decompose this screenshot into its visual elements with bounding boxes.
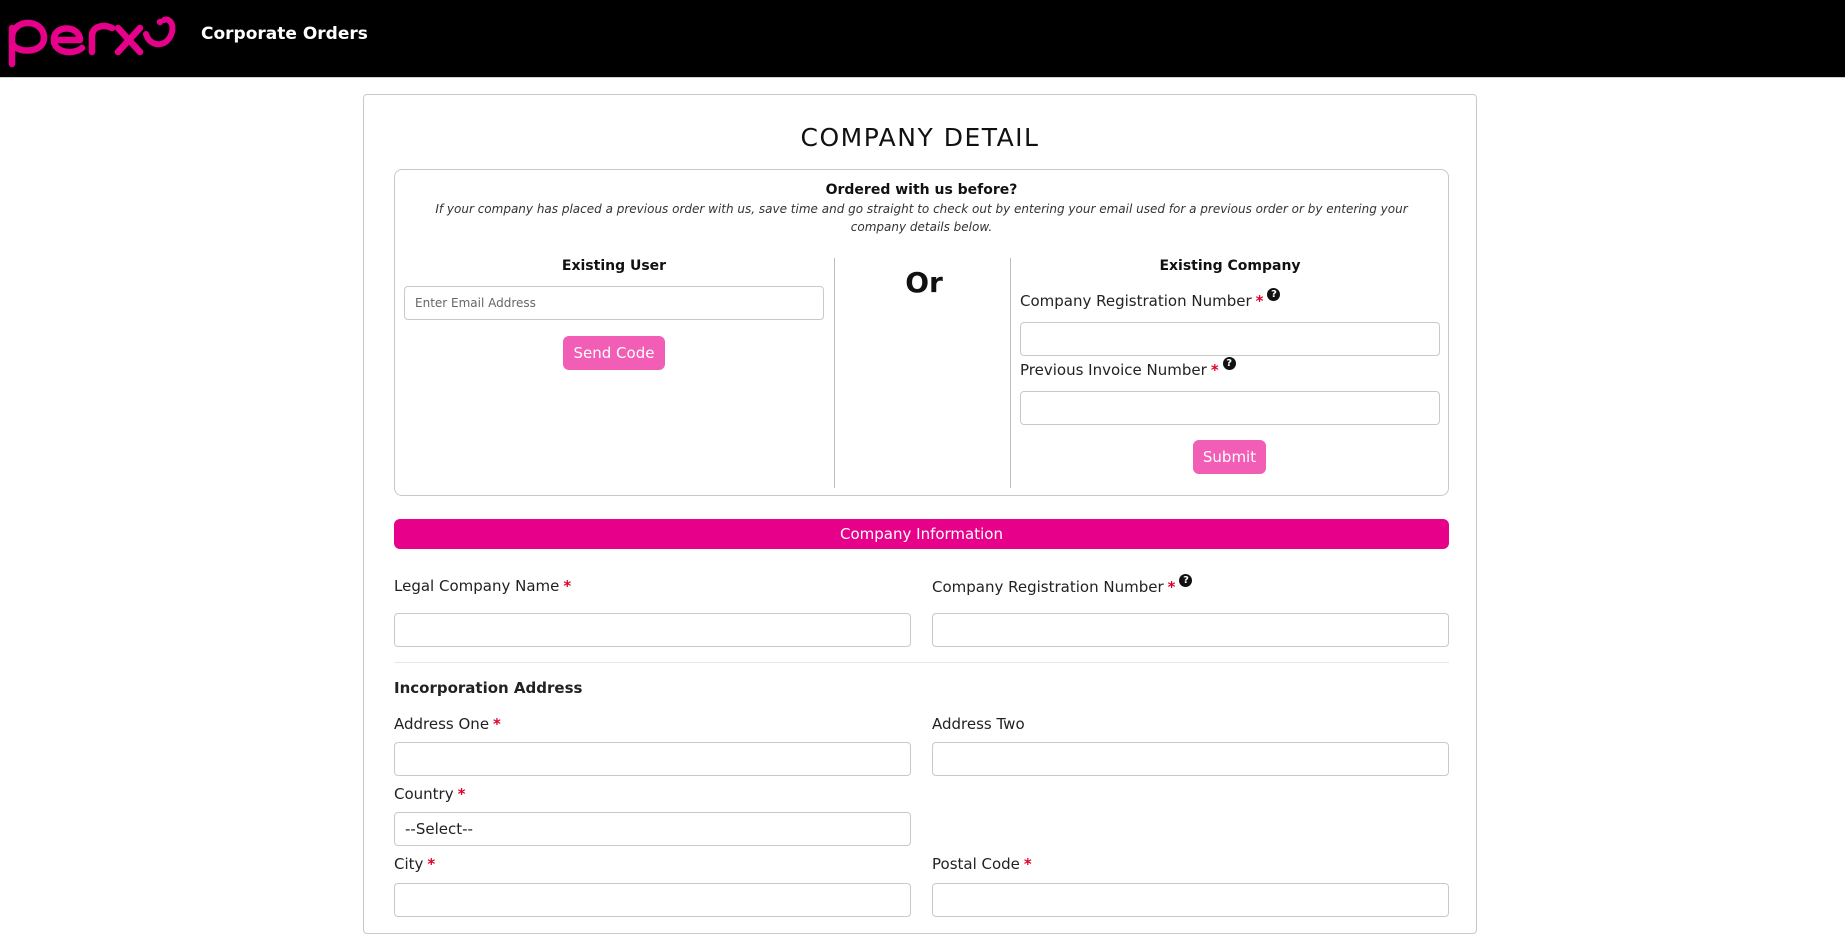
address-two-label-text: Address Two <box>932 715 1025 733</box>
address-one-input[interactable] <box>394 742 911 776</box>
country-label: Country * <box>394 785 465 803</box>
country-select-value: --Select-- <box>405 820 473 838</box>
legal-company-name-input[interactable] <box>394 613 911 647</box>
postal-code-label: Postal Code * <box>932 855 1032 873</box>
required-asterisk: * <box>493 715 501 733</box>
country-select[interactable]: --Select-- <box>394 812 911 846</box>
company-information-header: Company Information <box>394 519 1449 549</box>
column-divider-left <box>834 258 835 488</box>
help-icon[interactable]: ? <box>1267 288 1281 301</box>
address-two-label: Address Two <box>932 715 1025 733</box>
or-label: Or <box>905 266 943 299</box>
address-one-label-text: Address One <box>394 715 490 733</box>
legal-company-name-label: Legal Company Name * <box>394 577 571 595</box>
required-asterisk: * <box>1210 361 1219 379</box>
city-input[interactable] <box>394 883 911 917</box>
postal-code-input[interactable] <box>932 883 1449 917</box>
existing-company-reg-number-label: Company Registration Number *? <box>1020 288 1281 310</box>
country-label-text: Country <box>394 785 454 803</box>
submit-button[interactable]: Submit <box>1193 440 1266 474</box>
existing-user-email-input[interactable] <box>404 286 824 320</box>
company-reg-number-label: Company Registration Number *? <box>932 574 1193 596</box>
app-title: Corporate Orders <box>201 24 368 44</box>
page-title: COMPANY DETAIL <box>800 123 1040 152</box>
previous-order-heading: Ordered with us before? <box>825 182 1018 198</box>
section-divider <box>394 662 1449 663</box>
city-label: City * <box>394 855 435 873</box>
previous-order-panel: Ordered with us before? If your company … <box>394 169 1449 496</box>
company-reg-number-label-text: Company Registration Number <box>932 578 1164 596</box>
company-reg-number-input[interactable] <box>932 613 1449 647</box>
required-asterisk: * <box>457 785 466 803</box>
top-nav-bar: Corporate Orders <box>0 0 1845 78</box>
previous-invoice-input[interactable] <box>1020 391 1440 425</box>
required-asterisk: * <box>1167 578 1176 596</box>
previous-invoice-label: Previous Invoice Number *? <box>1020 357 1236 379</box>
existing-user-title: Existing User <box>561 258 667 274</box>
send-code-button[interactable]: Send Code <box>563 336 665 370</box>
required-asterisk: * <box>1023 855 1032 873</box>
required-asterisk: * <box>563 577 572 595</box>
previous-order-note: If your company has placed a previous or… <box>435 202 1408 234</box>
incorporation-address-heading: Incorporation Address <box>394 679 583 697</box>
postal-code-label-text: Postal Code <box>932 855 1020 873</box>
column-divider-right <box>1010 258 1011 488</box>
required-asterisk: * <box>427 855 436 873</box>
existing-company-reg-number-label-text: Company Registration Number <box>1020 292 1252 310</box>
address-two-input[interactable] <box>932 742 1449 776</box>
perx-logo[interactable] <box>4 8 176 68</box>
previous-invoice-label-text: Previous Invoice Number <box>1020 361 1207 379</box>
help-icon[interactable]: ? <box>1222 357 1236 370</box>
help-icon[interactable]: ? <box>1179 574 1193 587</box>
legal-company-name-label-text: Legal Company Name <box>394 577 560 595</box>
existing-company-reg-number-input[interactable] <box>1020 322 1440 356</box>
required-asterisk: * <box>1255 292 1264 310</box>
city-label-text: City <box>394 855 424 873</box>
existing-company-title: Existing Company <box>1159 258 1301 274</box>
company-detail-card: COMPANY DETAIL Ordered with us before? I… <box>363 94 1477 934</box>
address-one-label: Address One * <box>394 715 501 733</box>
